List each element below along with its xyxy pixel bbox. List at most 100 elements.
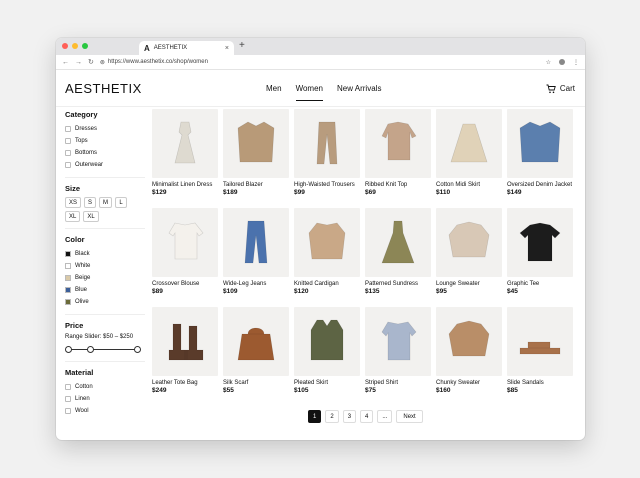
material-option[interactable]: Cotton [65,381,145,393]
back-icon[interactable]: ← [62,59,69,66]
color-swatch[interactable] [65,275,71,281]
product-card[interactable]: Silk Scarf $55 [223,307,289,406]
product-image[interactable] [294,109,360,178]
product-image[interactable] [152,109,218,178]
product-image[interactable] [365,109,431,178]
next-page-button[interactable]: Next [396,410,423,423]
checkbox[interactable] [65,150,71,156]
product-image[interactable] [507,307,573,376]
checkbox[interactable] [65,384,71,390]
product-name[interactable]: Slide Sandals [507,380,573,386]
product-image[interactable] [152,307,218,376]
product-image[interactable] [365,208,431,277]
product-name[interactable]: Cotton Midi Skirt [436,182,502,188]
product-image[interactable] [507,208,573,277]
checkbox[interactable] [65,162,71,168]
color-option[interactable]: White [65,260,145,272]
product-name[interactable]: Minimalist Linen Dress [152,182,218,188]
product-card[interactable]: Knitted Cardigan $120 [294,208,360,307]
product-card[interactable]: Lounge Sweater $95 [436,208,502,307]
product-name[interactable]: Silk Scarf [223,380,289,386]
color-option[interactable]: Black [65,248,145,260]
category-option[interactable]: Dresses [65,123,145,135]
page-button[interactable]: 4 [360,410,374,423]
close-window-icon[interactable] [62,43,68,49]
color-swatch[interactable] [65,287,71,293]
product-image[interactable] [152,208,218,277]
category-option[interactable]: Outerwear [65,159,145,171]
product-image[interactable] [223,109,289,178]
product-card[interactable]: Ribbed Knit Top $69 [365,109,431,208]
product-card[interactable]: Pleated Skirt $105 [294,307,360,406]
checkbox[interactable] [65,408,71,414]
color-option[interactable]: Beige [65,272,145,284]
nav-link-men[interactable]: Men [266,70,282,107]
product-name[interactable]: Ribbed Knit Top [365,182,431,188]
product-card[interactable]: High-Waisted Trousers $99 [294,109,360,208]
checkbox[interactable] [65,126,71,132]
product-name[interactable]: Patterned Sundress [365,281,431,287]
cart-button[interactable]: Cart [546,70,575,107]
url-field[interactable]: ⊚ https://www.aesthetix.co/shop/women [100,59,540,66]
product-name[interactable]: Lounge Sweater [436,281,502,287]
minimize-window-icon[interactable] [72,43,78,49]
color-swatch[interactable] [65,263,71,269]
product-image[interactable] [223,208,289,277]
size-option[interactable]: XL [65,211,81,222]
product-card[interactable]: Minimalist Linen Dress $129 [152,109,218,208]
size-option[interactable]: M [99,197,113,208]
material-option[interactable]: Linen [65,393,145,405]
size-option[interactable]: XL [83,211,99,222]
site-logo[interactable]: AESTHETIX [65,81,142,96]
close-tab-icon[interactable]: × [225,45,229,52]
maximize-window-icon[interactable] [82,43,88,49]
page-button[interactable]: 2 [325,410,339,423]
size-option[interactable]: L [115,197,128,208]
product-name[interactable]: Chunky Sweater [436,380,502,386]
category-option[interactable]: Tops [65,135,145,147]
product-card[interactable]: Chunky Sweater $160 [436,307,502,406]
product-image[interactable] [223,307,289,376]
profile-icon[interactable] [559,59,565,65]
browser-tab[interactable]: A AESTHETIX × [139,41,234,55]
slider-mid-handle[interactable] [87,346,94,353]
product-card[interactable]: Tailored Blazer $189 [223,109,289,208]
product-name[interactable]: Crossover Blouse [152,281,218,287]
product-name[interactable]: Striped Shirt [365,380,431,386]
product-image[interactable] [294,208,360,277]
price-range-slider[interactable] [65,345,141,355]
product-name[interactable]: Knitted Cardigan [294,281,360,287]
product-image[interactable] [294,307,360,376]
product-card[interactable]: Patterned Sundress $135 [365,208,431,307]
slider-max-handle[interactable] [134,346,141,353]
reload-icon[interactable]: ↻ [88,58,94,66]
bookmark-star-icon[interactable]: ☆ [546,59,551,66]
product-image[interactable] [436,208,502,277]
size-option[interactable]: S [84,197,97,208]
product-image[interactable] [365,307,431,376]
product-name[interactable]: Oversized Denim Jacket [507,182,573,188]
product-image[interactable] [436,109,502,178]
forward-icon[interactable]: → [75,59,82,66]
product-card[interactable]: Graphic Tee $45 [507,208,573,307]
product-card[interactable]: Cotton Midi Skirt $110 [436,109,502,208]
product-card[interactable]: Leather Tote Bag $249 [152,307,218,406]
product-name[interactable]: High-Waisted Trousers [294,182,360,188]
page-button[interactable]: 1 [308,410,322,423]
color-option[interactable]: Blue [65,284,145,296]
product-image[interactable] [436,307,502,376]
material-option[interactable]: Wool [65,405,145,417]
product-name[interactable]: Wide-Leg Jeans [223,281,289,287]
product-name[interactable]: Pleated Skirt [294,380,360,386]
checkbox[interactable] [65,138,71,144]
product-card[interactable]: Crossover Blouse $89 [152,208,218,307]
checkbox[interactable] [65,396,71,402]
product-card[interactable]: Wide-Leg Jeans $109 [223,208,289,307]
product-name[interactable]: Tailored Blazer [223,182,289,188]
size-option[interactable]: XS [65,197,82,208]
slider-min-handle[interactable] [65,346,72,353]
nav-link-women[interactable]: Women [295,70,324,107]
menu-kebab-icon[interactable]: ⋮ [573,59,579,66]
product-name[interactable]: Leather Tote Bag [152,380,218,386]
color-swatch[interactable] [65,299,71,305]
